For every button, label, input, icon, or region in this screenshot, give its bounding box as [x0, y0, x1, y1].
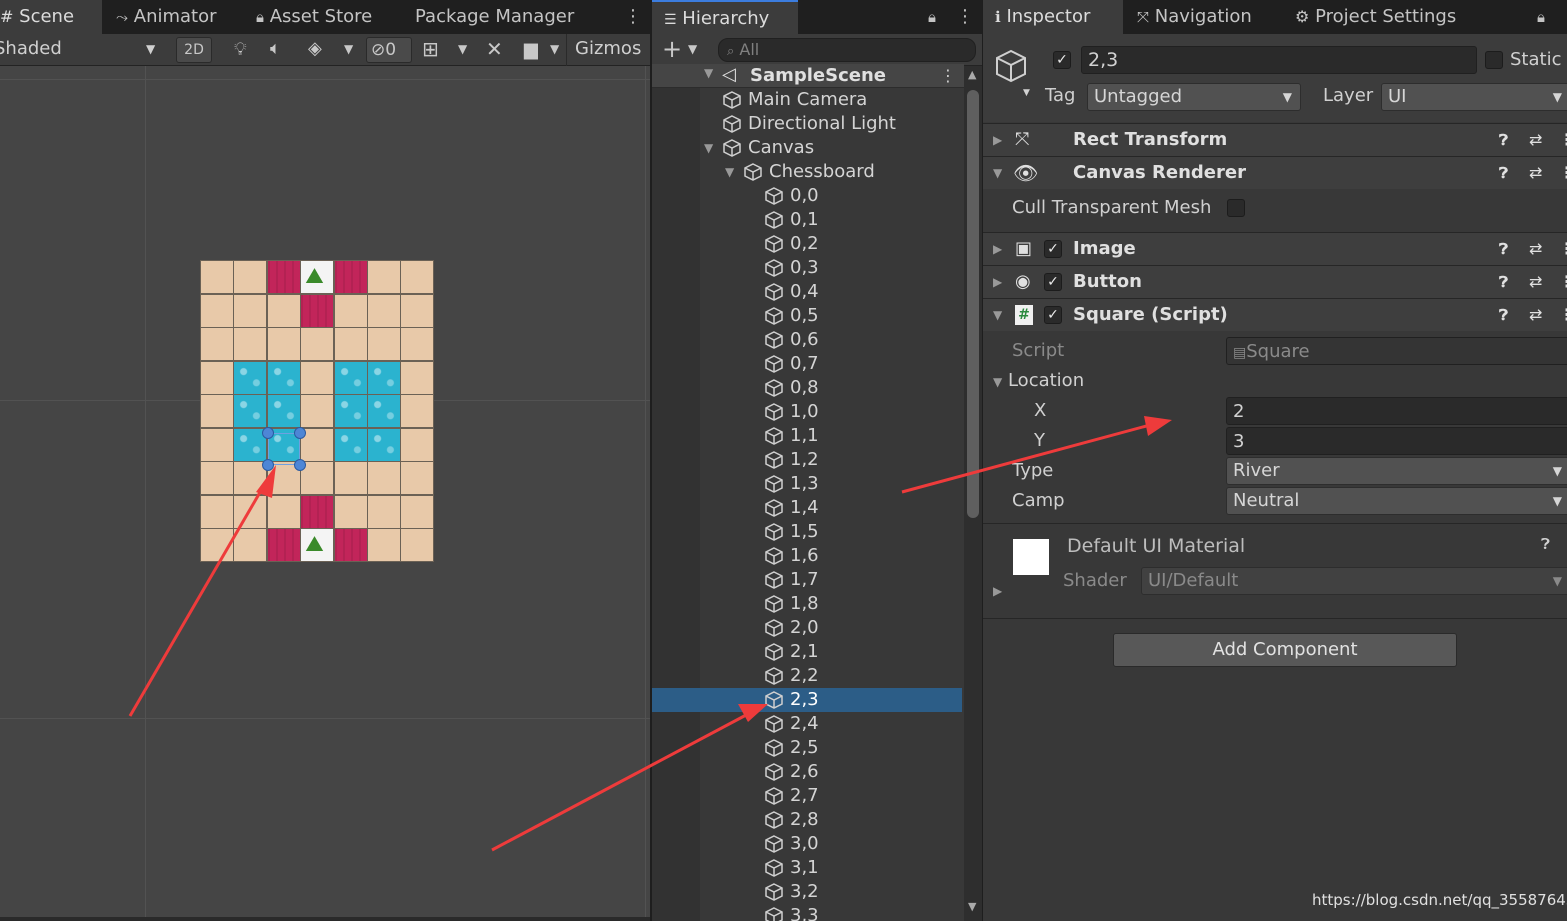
annotation-arrow	[128, 465, 276, 717]
annotation-arrows	[128, 416, 1172, 852]
annotation-arrow	[491, 704, 768, 852]
annotation-arrow	[901, 416, 1172, 494]
